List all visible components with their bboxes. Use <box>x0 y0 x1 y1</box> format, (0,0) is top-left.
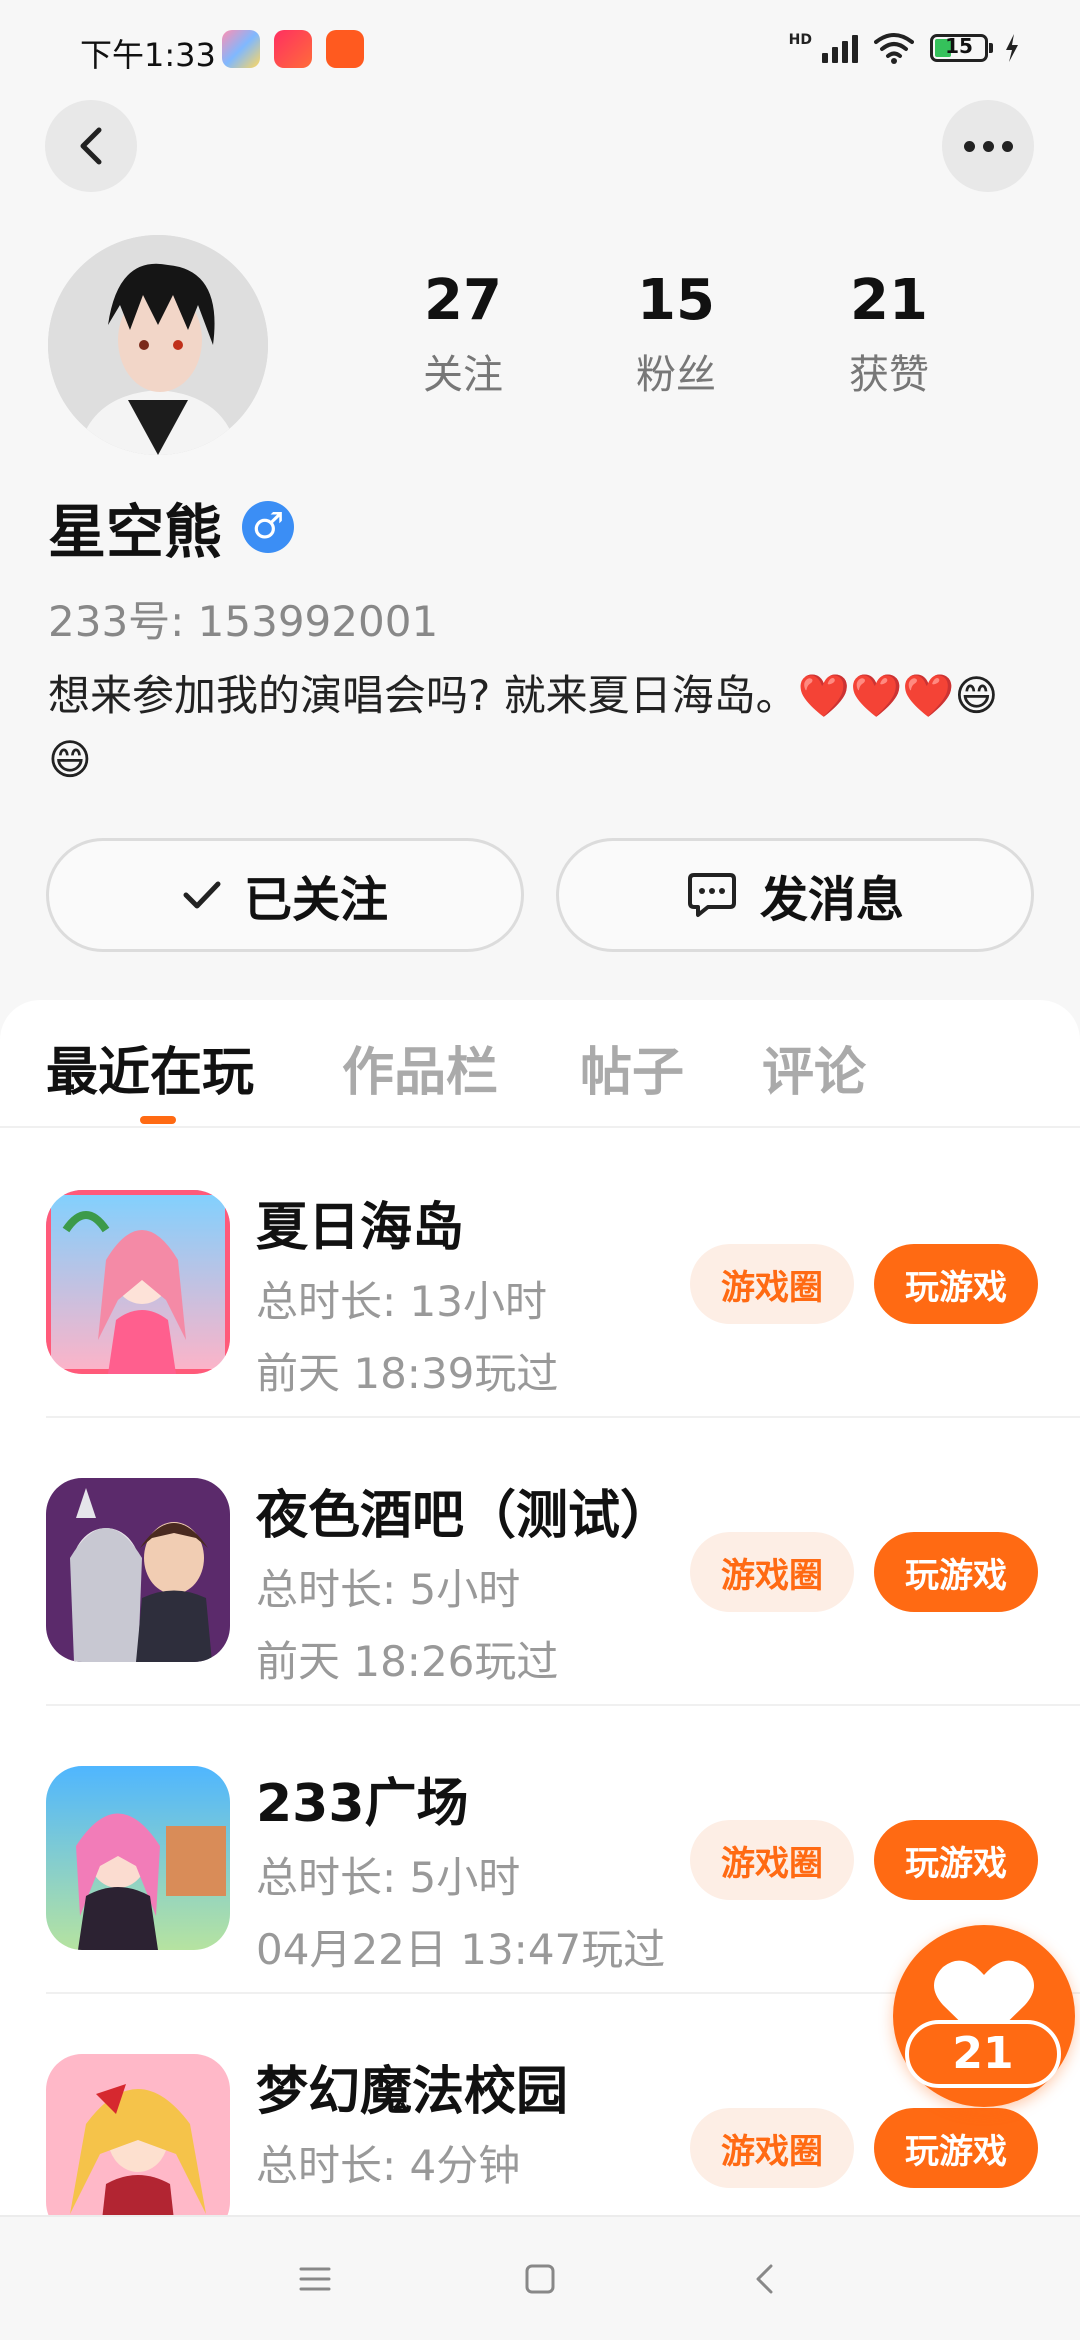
home-nav-button[interactable] <box>508 2247 572 2311</box>
user-id: 233号: 153992001 <box>48 597 439 646</box>
signal-icon <box>822 33 858 63</box>
game-icon <box>46 1766 230 1950</box>
game-duration: 总时长: 13小时 <box>256 1277 547 1326</box>
game-icon <box>46 1190 230 1374</box>
game-title: 梦幻魔法校园 <box>256 2062 569 2122</box>
likes-stat[interactable]: 21 获赞 <box>799 270 979 400</box>
likes-label: 获赞 <box>849 351 929 398</box>
followers-stat[interactable]: 15 粉丝 <box>586 270 766 400</box>
menu-nav-button[interactable] <box>283 2247 347 2311</box>
avatar-illustration <box>48 235 268 455</box>
active-tab-indicator <box>140 1116 176 1124</box>
likes-count: 21 <box>850 268 928 333</box>
following-count: 27 <box>424 268 502 333</box>
tab-posts[interactable]: 帖子 <box>580 1030 684 1105</box>
tab-works[interactable]: 作品栏 <box>342 1030 498 1105</box>
following-stat[interactable]: 27 关注 <box>373 270 553 400</box>
game-duration: 总时长: 4分钟 <box>256 2141 521 2190</box>
game-duration: 总时长: 5小时 <box>256 1565 521 1614</box>
play-game-button[interactable]: 玩游戏 <box>874 2108 1038 2188</box>
play-game-button[interactable]: 玩游戏 <box>874 1820 1038 1900</box>
chevron-left-icon <box>80 127 102 165</box>
game-title: 233广场 <box>256 1774 469 1834</box>
tab-bar: 最近在玩 作品栏 帖子 评论 <box>0 1000 1080 1128</box>
checkmark-icon <box>183 881 221 909</box>
game-circle-button[interactable]: 游戏圈 <box>690 2108 854 2188</box>
tab-recently-played[interactable]: 最近在玩 <box>46 1030 254 1105</box>
chat-bubble-icon <box>687 873 736 917</box>
battery-icon: 15 <box>930 34 993 62</box>
male-gender-icon: ♂ <box>242 501 295 553</box>
back-nav-button[interactable] <box>733 2247 797 2311</box>
back-arrow-icon <box>756 2264 773 2294</box>
back-button[interactable] <box>45 100 137 192</box>
game-center-app-icon <box>222 30 260 68</box>
game-circle-button[interactable]: 游戏圈 <box>690 1244 854 1324</box>
system-nav-bar <box>0 2215 1080 2340</box>
tiktok-app-icon <box>274 30 312 68</box>
more-options-button[interactable] <box>942 100 1034 192</box>
status-indicators: HD 15 <box>789 32 1020 64</box>
send-message-label: 发消息 <box>759 872 904 928</box>
game-title: 夜色酒吧（测试） <box>256 1486 673 1546</box>
send-message-button[interactable]: 发消息 <box>556 838 1034 952</box>
game-duration: 总时长: 5小时 <box>256 1853 521 1902</box>
game-circle-button[interactable]: 游戏圈 <box>690 1532 854 1612</box>
game-last-played: 前天 18:39玩过 <box>256 1349 559 1398</box>
play-game-button[interactable]: 玩游戏 <box>874 1244 1038 1324</box>
charging-icon <box>1006 34 1018 62</box>
followers-count: 15 <box>637 268 715 333</box>
game-row[interactable]: 夜色酒吧（测试） 总时长: 5小时 前天 18:26玩过 游戏圈 玩游戏 <box>46 1418 1080 1706</box>
following-label: 关注 <box>423 351 503 398</box>
tab-comments[interactable]: 评论 <box>762 1030 866 1105</box>
like-count-badge: 21 <box>905 2020 1061 2088</box>
name-row: 星空熊 ♂ <box>48 485 295 569</box>
game-icon <box>46 2054 230 2215</box>
kuaishou-app-icon <box>326 30 364 68</box>
following-button-label: 已关注 <box>243 872 388 928</box>
status-bar: 下午1:33 HD 15 <box>0 0 1080 100</box>
profile-name: 星空熊 <box>48 498 223 566</box>
game-last-played: 04月22日 13:47玩过 <box>256 1925 666 1974</box>
game-title: 夏日海岛 <box>256 1198 465 1258</box>
wifi-icon <box>874 33 914 64</box>
play-game-button[interactable]: 玩游戏 <box>874 1532 1038 1612</box>
profile-bio: 想来参加我的演唱会吗? 就来夏日海岛。❤️❤️❤️😄😄 <box>48 671 999 784</box>
hd-label: HD <box>788 32 812 48</box>
more-dots-icon <box>963 140 1013 152</box>
status-time: 下午1:33 <box>80 36 216 74</box>
following-button[interactable]: 已关注 <box>46 838 524 952</box>
avatar[interactable] <box>48 235 268 455</box>
menu-icon <box>299 2267 331 2291</box>
game-circle-button[interactable]: 游戏圈 <box>690 1820 854 1900</box>
game-row[interactable]: 夏日海岛 总时长: 13小时 前天 18:39玩过 游戏圈 玩游戏 <box>46 1130 1080 1418</box>
game-icon <box>46 1478 230 1662</box>
battery-level: 15 <box>945 34 973 58</box>
followers-label: 粉丝 <box>636 351 716 398</box>
home-square-icon <box>525 2264 555 2294</box>
game-last-played: 前天 18:26玩过 <box>256 1637 559 1686</box>
